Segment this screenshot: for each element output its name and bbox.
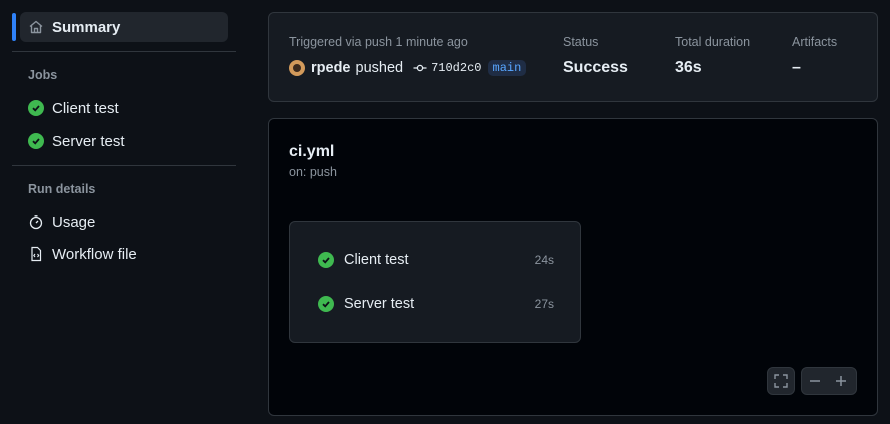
sidebar-divider	[12, 165, 236, 166]
commit-link[interactable]: 710d2c0	[413, 61, 482, 75]
sidebar-item-label: Server test	[52, 132, 125, 150]
trigger-row: rpede pushed 710d2c0 main	[289, 60, 527, 76]
avatar[interactable]	[289, 60, 305, 76]
check-circle-icon	[318, 252, 334, 268]
fullscreen-button[interactable]	[767, 367, 795, 395]
check-circle-icon	[28, 133, 44, 149]
sidebar: Summary Jobs Client test Server test Run…	[0, 0, 248, 424]
job-name: Client test	[344, 252, 409, 268]
sidebar-item-client-test[interactable]: Client test	[20, 93, 228, 123]
git-commit-icon	[413, 63, 427, 73]
jobs-group: Client test 24s Server test 27s	[289, 221, 581, 343]
duration-value: 36s	[675, 59, 702, 76]
zoom-controls	[801, 367, 857, 395]
sidebar-divider	[12, 51, 236, 52]
sidebar-item-label: Client test	[52, 99, 119, 117]
sidebar-item-label: Workflow file	[52, 245, 137, 263]
active-indicator	[12, 13, 16, 41]
sidebar-item-workflow-file[interactable]: Workflow file	[20, 239, 228, 269]
duration-label: Total duration	[675, 35, 751, 49]
run-summary-card: Triggered via push 1 minute ago rpede pu…	[268, 12, 878, 102]
job-name: Server test	[344, 296, 415, 312]
fullscreen-icon	[774, 374, 788, 388]
stopwatch-icon	[28, 214, 44, 230]
workflow-name: ci.yml	[289, 143, 335, 160]
zoom-out-button[interactable]	[802, 368, 828, 394]
sidebar-item-label: Summary	[52, 18, 121, 36]
zoom-out-icon	[809, 375, 821, 387]
run-details-heading: Run details	[28, 182, 96, 196]
check-circle-icon	[28, 100, 44, 116]
actor-link[interactable]: rpede	[311, 60, 351, 76]
trigger-text: Triggered via push 1 minute ago	[289, 35, 468, 49]
job-node-client-test[interactable]: Client test 24s	[318, 248, 554, 272]
sidebar-item-summary[interactable]: Summary	[20, 12, 228, 42]
status-value: Success	[563, 59, 628, 76]
workflow-trigger: on: push	[289, 165, 337, 179]
jobs-heading: Jobs	[28, 68, 58, 82]
file-code-icon	[28, 246, 44, 262]
artifacts-value: –	[792, 59, 801, 76]
status-label: Status	[563, 35, 599, 49]
artifacts-label: Artifacts	[792, 35, 838, 49]
job-duration: 27s	[534, 297, 554, 311]
check-circle-icon	[318, 296, 334, 312]
commit-sha: 710d2c0	[431, 61, 482, 75]
branch-badge[interactable]: main	[487, 60, 527, 76]
sidebar-item-usage[interactable]: Usage	[20, 207, 228, 237]
zoom-in-button[interactable]	[828, 368, 854, 394]
sidebar-item-label: Usage	[52, 213, 96, 231]
action-text: pushed	[355, 60, 404, 76]
job-duration: 24s	[534, 253, 554, 267]
job-node-server-test[interactable]: Server test 27s	[318, 292, 554, 316]
home-icon	[28, 19, 44, 35]
sidebar-item-server-test[interactable]: Server test	[20, 126, 228, 156]
workflow-graph-card: ci.yml on: push Client test 24s Server t…	[268, 118, 878, 416]
zoom-in-icon	[835, 375, 847, 387]
